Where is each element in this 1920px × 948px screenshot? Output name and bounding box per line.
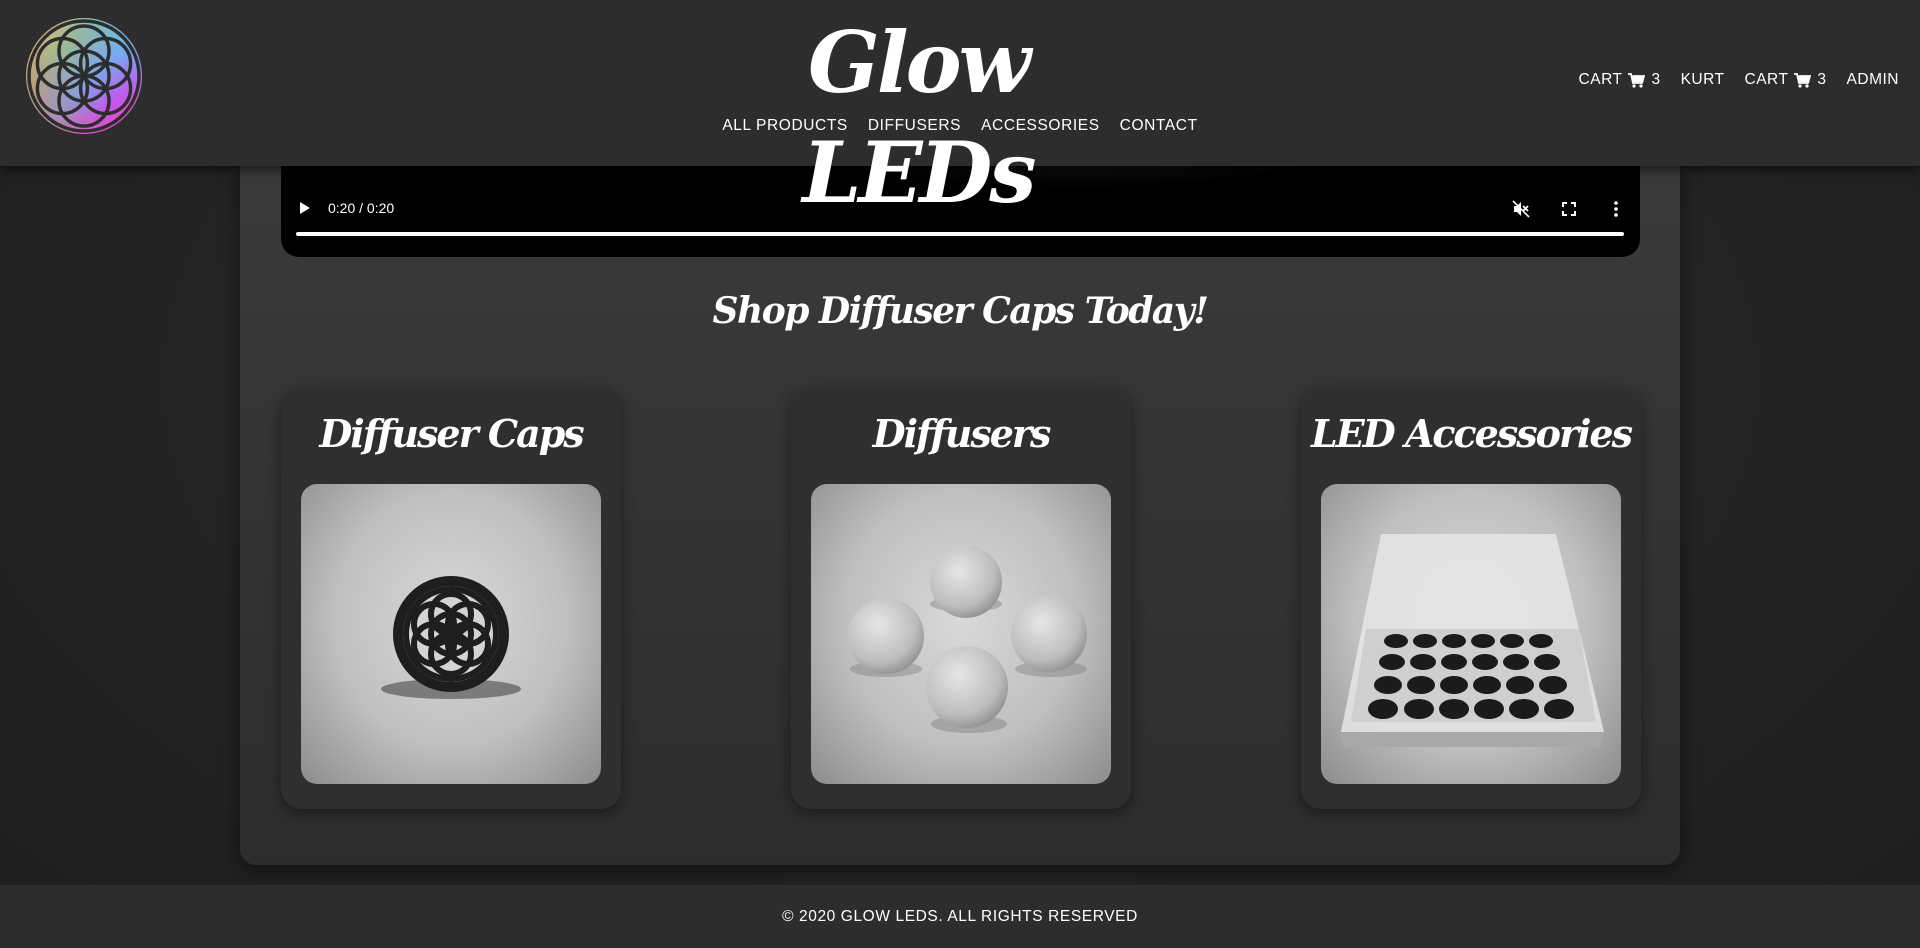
diffuser-cap-image[interactable] <box>301 484 601 784</box>
play-icon[interactable] <box>299 201 311 215</box>
site-footer: © 2020 GLOW LEDS. ALL RIGHTS RESERVED <box>0 885 1920 948</box>
card-title: LED Accessories <box>1311 411 1633 456</box>
card-title: Diffusers <box>872 411 1052 456</box>
cart-label: CART <box>1744 71 1789 88</box>
main-nav: ALL PRODUCTS DIFFUSERS ACCESSORIES CONTA… <box>0 117 1920 135</box>
card-title: Diffuser Caps <box>319 411 584 456</box>
cart-icon <box>1794 72 1812 88</box>
category-card-diffusers[interactable]: Diffusers <box>791 389 1131 809</box>
video-progress-bar[interactable] <box>296 232 1624 236</box>
copyright-text: © 2020 GLOW LEDS. ALL RIGHTS RESERVED <box>782 908 1138 925</box>
page-headline: Shop Diffuser Caps Today! <box>712 290 1209 332</box>
led-accessories-image[interactable] <box>1321 484 1621 784</box>
user-link[interactable]: KURT <box>1681 71 1725 89</box>
video-time: 0:20 / 0:20 <box>328 200 395 216</box>
nav-accessories[interactable]: ACCESSORIES <box>981 117 1100 135</box>
admin-link[interactable]: ADMIN <box>1847 71 1899 89</box>
fullscreen-icon[interactable] <box>1559 199 1579 219</box>
cart-count: 3 <box>1817 71 1827 88</box>
mute-icon[interactable] <box>1511 199 1531 219</box>
diffusers-image[interactable] <box>811 484 1111 784</box>
cart-link-2[interactable]: CART 3 <box>1745 71 1827 89</box>
nav-all-products[interactable]: ALL PRODUCTS <box>722 117 848 135</box>
category-card-led-accessories[interactable]: LED Accessories <box>1301 389 1641 809</box>
site-header: Glow LEDs ALL PRODUCTS DIFFUSERS ACCESSO… <box>0 0 1920 222</box>
account-nav: CART 3 KURT CART 3 ADMIN <box>1559 71 1899 89</box>
cart-count: 3 <box>1651 71 1661 88</box>
more-options-icon[interactable] <box>1606 199 1626 219</box>
cart-link[interactable]: CART 3 <box>1579 71 1661 89</box>
nav-contact[interactable]: CONTACT <box>1120 117 1198 135</box>
nav-diffusers[interactable]: DIFFUSERS <box>868 117 961 135</box>
category-card-diffuser-caps[interactable]: Diffuser Caps <box>281 389 621 809</box>
cart-label: CART <box>1578 71 1623 88</box>
cart-icon <box>1628 72 1646 88</box>
